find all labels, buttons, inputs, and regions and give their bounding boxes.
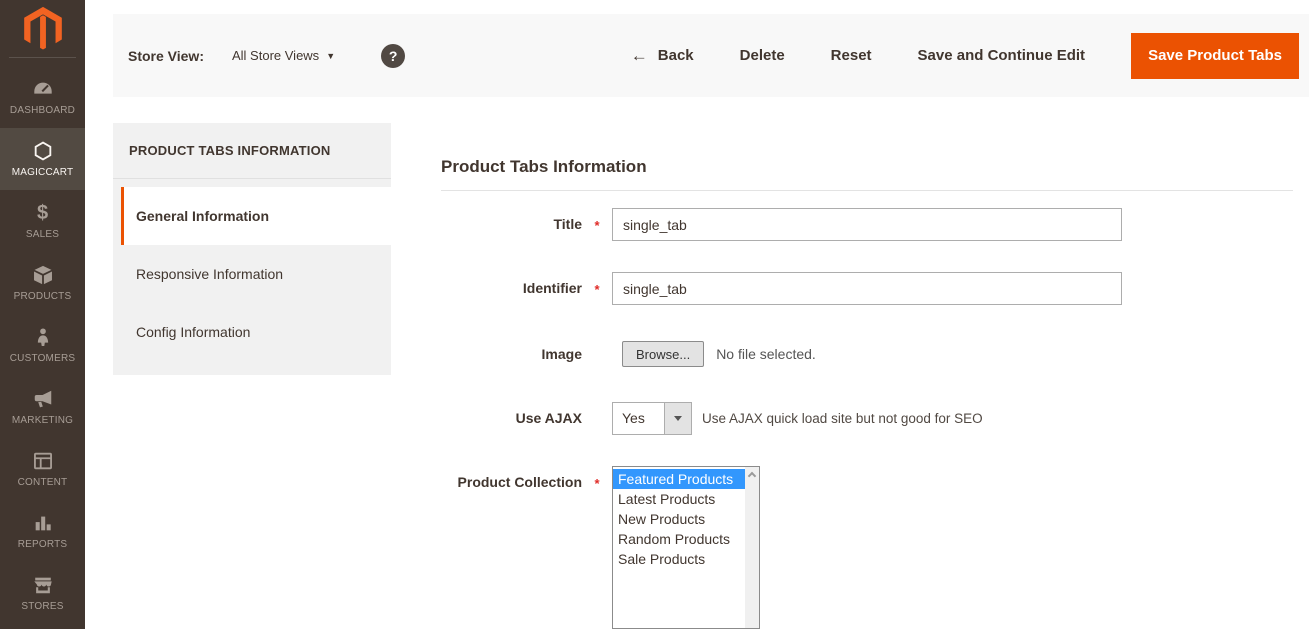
scroll-up-icon (748, 472, 756, 480)
products-icon (32, 264, 54, 286)
sidebar-item-customers[interactable]: CUSTOMERS (0, 314, 85, 376)
sidebar-item-label: SALES (26, 229, 59, 240)
option-random-products[interactable]: Random Products (613, 529, 759, 549)
select-dropdown-button[interactable] (664, 403, 691, 434)
sidebar-item-stores[interactable]: STORES (0, 562, 85, 624)
app-window: DASHBOARD MAGICCART $ SALES (0, 0, 1309, 629)
tabs-panel: PRODUCT TABS INFORMATION General Informa… (113, 123, 391, 375)
use-ajax-label: Use AJAX (441, 402, 582, 435)
tab-responsive-information[interactable]: Responsive Information (121, 245, 391, 303)
identifier-label: Identifier (441, 272, 582, 305)
stores-icon (32, 574, 54, 596)
product-collection-row: Product Collection * Featured Products L… (441, 466, 1293, 629)
sidebar-nav: DASHBOARD MAGICCART $ SALES (0, 58, 85, 624)
browse-button[interactable]: Browse... (622, 341, 704, 367)
magento-logo-icon (22, 6, 64, 52)
use-ajax-note: Use AJAX quick load site but not good fo… (702, 402, 983, 435)
image-label: Image (441, 341, 582, 367)
sales-icon: $ (37, 202, 48, 224)
title-row: Title * (441, 208, 1293, 243)
title-input[interactable] (612, 208, 1122, 241)
listbox-options: Featured Products Latest Products New Pr… (613, 467, 759, 571)
caret-down-icon (674, 416, 682, 421)
content-icon (32, 450, 54, 472)
tab-general-information[interactable]: General Information (121, 187, 391, 245)
option-featured-products[interactable]: Featured Products (613, 469, 759, 489)
sidebar-item-label: MAGICCART (12, 167, 74, 178)
product-collection-label: Product Collection (441, 466, 582, 499)
sidebar-item-content[interactable]: CONTENT (0, 438, 85, 500)
back-arrow-icon: ← (631, 46, 648, 66)
save-continue-button[interactable]: Save and Continue Edit (918, 47, 1086, 64)
tab-config-information[interactable]: Config Information (121, 303, 391, 361)
sidebar-item-dashboard[interactable]: DASHBOARD (0, 66, 85, 128)
tabs-panel-header: PRODUCT TABS INFORMATION (113, 123, 391, 179)
page-title: Product Tabs Information (441, 157, 1293, 177)
sidebar-item-label: MARKETING (12, 415, 73, 426)
customers-icon (32, 326, 54, 348)
magento-logo[interactable] (0, 0, 85, 57)
sidebar-item-label: REPORTS (18, 539, 68, 550)
file-status-text: No file selected. (716, 341, 816, 368)
sidebar-item-label: CUSTOMERS (10, 353, 76, 364)
sidebar-item-sales[interactable]: $ SALES (0, 190, 85, 252)
listbox-scrollbar[interactable] (745, 467, 759, 628)
back-button[interactable]: ← Back (631, 46, 694, 66)
sidebar-item-products[interactable]: PRODUCTS (0, 252, 85, 314)
reset-button[interactable]: Reset (831, 47, 872, 64)
page-toolbar: Store View: All Store Views ▼ ? ← Back D… (113, 14, 1309, 97)
reports-icon (32, 512, 54, 534)
marketing-icon (32, 388, 54, 410)
sidebar-item-label: PRODUCTS (14, 291, 72, 302)
save-product-tabs-button[interactable]: Save Product Tabs (1131, 33, 1299, 79)
title-divider (441, 190, 1293, 191)
use-ajax-selected-value: Yes (613, 403, 664, 434)
store-view-switcher[interactable]: All Store Views ▼ (232, 48, 335, 63)
dashboard-icon (32, 78, 54, 100)
chevron-down-icon: ▼ (326, 51, 335, 61)
sidebar-item-magiccart[interactable]: MAGICCART (0, 128, 85, 190)
sidebar-item-label: STORES (21, 601, 63, 612)
product-collection-listbox[interactable]: Featured Products Latest Products New Pr… (612, 466, 760, 629)
sidebar-item-marketing[interactable]: MARKETING (0, 376, 85, 438)
identifier-row: Identifier * (441, 272, 1293, 307)
required-asterisk: * (582, 208, 612, 243)
main-column: Store View: All Store Views ▼ ? ← Back D… (85, 0, 1309, 629)
tabs-list: General Information Responsive Informati… (113, 179, 391, 375)
sidebar-item-label: DASHBOARD (10, 105, 75, 116)
image-row: Image Browse... No file selected. (441, 341, 1293, 368)
title-label: Title (441, 208, 582, 241)
required-asterisk: * (582, 272, 612, 307)
sidebar-item-reports[interactable]: REPORTS (0, 500, 85, 562)
toolbar-actions: ← Back Delete Reset Save and Continue Ed… (631, 33, 1299, 79)
magiccart-icon (32, 140, 54, 162)
identifier-input[interactable] (612, 272, 1122, 305)
store-view-value: All Store Views (232, 48, 319, 63)
admin-sidebar: DASHBOARD MAGICCART $ SALES (0, 0, 85, 629)
option-sale-products[interactable]: Sale Products (613, 549, 759, 569)
content-region: PRODUCT TABS INFORMATION General Informa… (85, 97, 1309, 629)
form-area: Product Tabs Information Title * Identif… (391, 123, 1293, 629)
required-asterisk: * (582, 466, 612, 501)
delete-button[interactable]: Delete (740, 47, 785, 64)
sidebar-item-label: CONTENT (18, 477, 68, 488)
store-view-label: Store View: (128, 48, 204, 64)
option-latest-products[interactable]: Latest Products (613, 489, 759, 509)
option-new-products[interactable]: New Products (613, 509, 759, 529)
help-icon[interactable]: ? (381, 44, 405, 68)
use-ajax-row: Use AJAX Yes Use AJAX quick load site bu… (441, 402, 1293, 435)
use-ajax-select[interactable]: Yes (612, 402, 692, 435)
